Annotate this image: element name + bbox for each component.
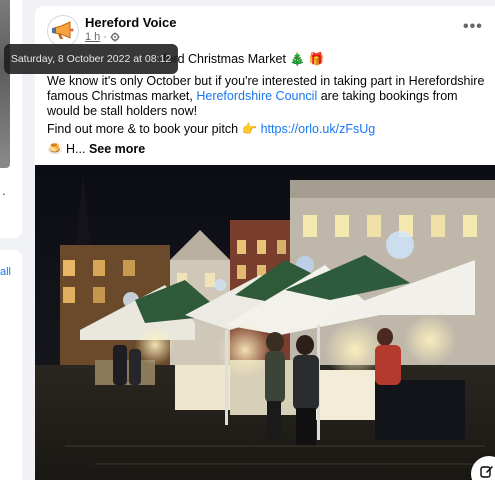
post-intro-text: ford Christmas Market (163, 52, 286, 66)
post-body: We know it's only October but if you're … (47, 74, 487, 119)
globe-icon[interactable] (110, 32, 120, 42)
left-photo[interactable] (0, 0, 10, 168)
herefordshire-council-link[interactable]: Herefordshire Council (196, 89, 317, 103)
see-more-button[interactable]: See more (89, 142, 145, 156)
truncated-text: 🍮 H... (47, 142, 89, 156)
compose-icon (480, 466, 493, 478)
post-pitch-line: Find out more & to book your pitch 👉 htt… (47, 122, 375, 137)
christmas-market-photo (35, 165, 495, 480)
post-timestamp[interactable]: 1 h (85, 31, 100, 43)
post-photo[interactable] (35, 165, 495, 480)
timestamp-tooltip: Saturday, 8 October 2022 at 08:12 (4, 44, 178, 74)
more-options-icon[interactable]: ••• (463, 18, 483, 36)
post-meta: 1 h · (85, 31, 120, 43)
tooltip-text: Saturday, 8 October 2022 at 08:12 (10, 53, 172, 65)
left-card-lower (0, 250, 22, 480)
see-all-link[interactable]: all (0, 266, 11, 278)
megaphone-icon (52, 21, 74, 39)
post-truncated-line: 🍮 H... See more (47, 142, 145, 157)
meta-separator: · (103, 31, 107, 43)
booking-link[interactable]: https://orlo.uk/zFsUg (261, 122, 376, 136)
page-avatar[interactable] (47, 15, 79, 47)
post-intro-emoji: 🎄 🎁 (289, 52, 325, 66)
page-name[interactable]: Hereford Voice (85, 15, 177, 30)
left-text: . (2, 183, 6, 198)
pitch-text: Find out more & to book your pitch 👉 (47, 122, 261, 136)
